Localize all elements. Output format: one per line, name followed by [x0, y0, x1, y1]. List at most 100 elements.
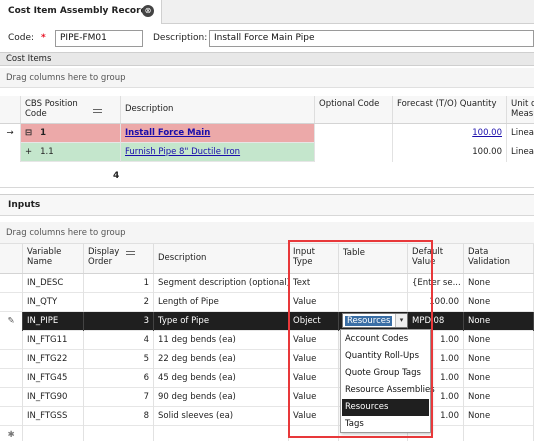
table-row[interactable]: IN_DESC 1 Segment description (optional)… — [0, 274, 534, 293]
cbs-header-label: CBS Position Code — [25, 99, 78, 119]
data-validation-cell[interactable]: None — [464, 293, 534, 312]
variable-name-cell[interactable]: IN_FTG90 — [23, 388, 84, 407]
description-cell[interactable]: Solid sleeves (ea) — [154, 407, 289, 426]
new-row[interactable]: ✱ — [0, 426, 534, 441]
description-cell[interactable]: 45 deg bends (ea) — [154, 369, 289, 388]
inputs-grid-body: IN_DESC 1 Segment description (optional)… — [0, 274, 534, 441]
column-header-description[interactable]: Description — [154, 244, 289, 273]
variable-name-cell[interactable]: IN_QTY — [23, 293, 84, 312]
data-validation-cell[interactable]: None — [464, 350, 534, 369]
display-order-cell[interactable]: 3 — [84, 312, 154, 331]
table-row[interactable]: IN_FTG45 6 45 deg bends (ea) Value 1.00 … — [0, 369, 534, 388]
cost-items-header-row: CBS Position Code Description Optional C… — [0, 96, 534, 124]
optional-code-cell[interactable] — [315, 143, 393, 162]
collapse-icon[interactable]: ⊟ — [25, 128, 32, 138]
variable-name-cell[interactable]: IN_FTG22 — [23, 350, 84, 369]
table-row[interactable]: +1.1 Furnish Pipe 8" Ductile Iron 100.00… — [0, 143, 534, 162]
row-indicator-cell — [0, 293, 23, 312]
variable-name-cell[interactable]: IN_FTG11 — [23, 331, 84, 350]
forecast-quantity-cell[interactable]: 100.00 — [393, 143, 507, 162]
row-indicator-header — [0, 244, 23, 273]
forecast-quantity-link[interactable]: 100.00 — [393, 124, 507, 143]
inputs-header-row: Variable Name Display Order Description … — [0, 244, 534, 274]
tab-bar: Cost Item Assembly Record ⊗ — [0, 0, 534, 24]
table-row[interactable]: → ⊟1 Install Force Main 100.00 Linear — [0, 124, 534, 143]
row-count-summary: 4 — [113, 171, 120, 181]
expand-icon[interactable]: + — [25, 147, 32, 157]
variable-name-cell[interactable]: IN_FTGSS — [23, 407, 84, 426]
display-order-cell[interactable]: 8 — [84, 407, 154, 426]
close-icon[interactable]: ⊗ — [142, 5, 154, 17]
cbs-cell: +1.1 — [21, 143, 121, 162]
tab-title: Cost Item Assembly Record — [8, 6, 147, 16]
data-validation-cell[interactable]: None — [464, 274, 534, 293]
display-order-cell[interactable]: 6 — [84, 369, 154, 388]
description-link[interactable]: Install Force Main — [121, 124, 315, 143]
column-header-variable-name[interactable]: Variable Name — [23, 244, 84, 273]
edit-pencil-icon: ✎ — [0, 312, 23, 331]
annotation-highlight-box — [288, 240, 433, 438]
sort-icon[interactable] — [126, 251, 135, 258]
cbs-value: 1.1 — [40, 147, 54, 157]
description-link[interactable]: Furnish Pipe 8" Ductile Iron — [121, 143, 315, 162]
display-order-cell[interactable]: 4 — [84, 331, 154, 350]
table-row[interactable]: IN_FTG11 4 11 deg bends (ea) Value 1.00 … — [0, 331, 534, 350]
row-indicator-header — [0, 96, 21, 123]
variable-name-cell[interactable]: IN_DESC — [23, 274, 84, 293]
column-header-cbs[interactable]: CBS Position Code — [21, 96, 121, 123]
description-cell[interactable]: 22 deg bends (ea) — [154, 350, 289, 369]
new-row-cell[interactable] — [464, 426, 534, 441]
row-indicator-cell — [0, 350, 23, 369]
column-header-description[interactable]: Description — [121, 96, 315, 123]
column-header-data-validation[interactable]: Data Validation — [464, 244, 534, 273]
cbs-value: 1 — [40, 128, 47, 138]
optional-code-cell[interactable] — [315, 124, 393, 143]
description-field[interactable]: Install Force Main Pipe — [209, 30, 534, 47]
column-header-display-order[interactable]: Display Order — [84, 244, 154, 273]
required-marker: * — [41, 33, 46, 43]
column-header-forecast[interactable]: Forecast (T/O) Quantity — [393, 96, 507, 123]
inputs-section-header: Inputs — [0, 194, 534, 216]
description-cell[interactable]: Segment description (optional) — [154, 274, 289, 293]
row-indicator-cell — [0, 369, 23, 388]
display-order-cell[interactable]: 2 — [84, 293, 154, 312]
unit-cell: Linear — [507, 143, 534, 162]
column-header-unit[interactable]: Unit of Measu — [507, 96, 534, 123]
table-row[interactable]: IN_FTG22 5 22 deg bends (ea) Value 1.00 … — [0, 350, 534, 369]
new-row-cell[interactable] — [154, 426, 289, 441]
variable-name-cell[interactable]: IN_FTG45 — [23, 369, 84, 388]
data-validation-cell[interactable]: None — [464, 331, 534, 350]
display-order-cell[interactable]: 7 — [84, 388, 154, 407]
description-cell[interactable]: 11 deg bends (ea) — [154, 331, 289, 350]
data-validation-cell[interactable]: None — [464, 388, 534, 407]
description-label: Description: — [153, 33, 208, 43]
display-order-cell[interactable]: 1 — [84, 274, 154, 293]
inputs-group-panel[interactable]: Drag columns here to group — [0, 222, 534, 244]
display-order-header-label: Display Order — [88, 247, 120, 267]
sort-icon[interactable] — [93, 109, 102, 116]
description-cell[interactable]: 90 deg bends (ea) — [154, 388, 289, 407]
table-row-selected[interactable]: ✎ IN_PIPE 3 Type of Pipe Object MPDI08 N… — [0, 312, 534, 331]
data-validation-cell[interactable]: None — [464, 312, 534, 331]
variable-name-cell[interactable]: IN_PIPE — [23, 312, 84, 331]
data-validation-cell[interactable]: None — [464, 369, 534, 388]
table-row[interactable]: IN_QTY 2 Length of Pipe Value 100.00 Non… — [0, 293, 534, 312]
cost-items-footer: 4 — [0, 162, 534, 188]
cost-items-section-header: Cost Items — [0, 52, 534, 66]
display-order-cell[interactable]: 5 — [84, 350, 154, 369]
row-indicator-cell — [0, 274, 23, 293]
column-header-optional-code[interactable]: Optional Code — [315, 96, 393, 123]
table-row[interactable]: IN_FTG90 7 90 deg bends (ea) Value 1.00 … — [0, 388, 534, 407]
code-label: Code: — [8, 33, 35, 43]
description-cell[interactable]: Length of Pipe — [154, 293, 289, 312]
description-cell[interactable]: Type of Pipe — [154, 312, 289, 331]
unit-cell: Linear — [507, 124, 534, 143]
new-row-cell[interactable] — [84, 426, 154, 441]
tab-cost-item-assembly-record[interactable]: Cost Item Assembly Record ⊗ — [0, 0, 162, 24]
new-row-cell[interactable] — [23, 426, 84, 441]
cost-items-group-panel[interactable]: Drag columns here to group — [0, 68, 534, 88]
code-field[interactable]: PIPE-FM01 — [55, 30, 143, 47]
new-row-icon: ✱ — [0, 426, 23, 441]
data-validation-cell[interactable]: None — [464, 407, 534, 426]
table-row[interactable]: IN_FTGSS 8 Solid sleeves (ea) Value 1.00… — [0, 407, 534, 426]
